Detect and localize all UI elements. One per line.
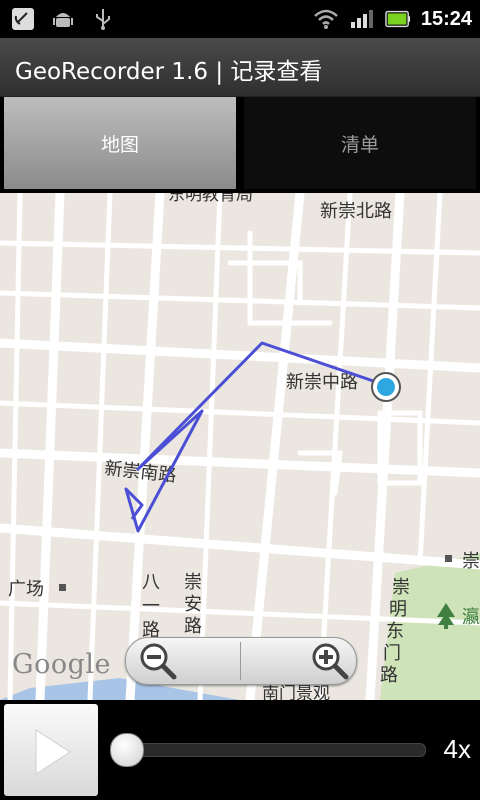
clock: 15:24	[420, 7, 472, 30]
playback-speed[interactable]: 4x	[444, 734, 471, 765]
zoom-out-icon[interactable]	[138, 641, 178, 681]
play-icon	[35, 729, 71, 775]
zoom-controls	[125, 637, 357, 685]
map-canvas: 东明教育局 新崇北路 新崇中路 新崇南路 广场 崇 瀛 南门景观 八一路崇安路崇…	[0, 193, 480, 700]
map-label-top: 东明教育局	[168, 193, 253, 205]
map-label-square: 广场	[8, 579, 44, 600]
phone-alert-icon	[10, 6, 36, 32]
map-label-bottom-cut: 南门景观	[262, 684, 330, 700]
tab-list[interactable]: 清单	[244, 97, 476, 189]
battery-icon	[385, 6, 411, 32]
map-label-right-cut2: 瀛	[462, 606, 480, 628]
tab-bar: 地图 清单	[0, 97, 480, 191]
map-label-bayi-road: 八一路	[142, 572, 160, 641]
usb-icon	[90, 6, 116, 32]
map-label-xinchong-mid: 新崇中路	[286, 372, 358, 393]
play-button[interactable]	[4, 704, 98, 796]
playback-slider[interactable]	[112, 743, 426, 757]
map-view[interactable]: 东明教育局 新崇北路 新崇中路 新崇南路 广场 崇 瀛 南门景观 八一路 崇安路崇…	[0, 193, 480, 700]
android-icon	[50, 6, 76, 32]
tab-map[interactable]: 地图	[4, 97, 236, 189]
wifi-icon	[313, 6, 339, 32]
title-bar: GeoRecorder 1.6 | 记录查看	[0, 38, 480, 97]
status-bar: 15:24	[0, 0, 480, 38]
zoom-in-icon[interactable]	[310, 641, 350, 681]
map-label-right-cut: 崇	[462, 551, 480, 572]
gps-track	[124, 341, 386, 533]
signal-icon	[349, 6, 375, 32]
slider-thumb[interactable]	[110, 733, 144, 767]
app-title: GeoRecorder 1.6 | 记录查看	[15, 59, 323, 85]
google-logo: Google	[12, 649, 111, 680]
map-label-xinchong-north: 新崇北路	[320, 201, 392, 222]
map-label-chongan-road: 崇安路	[184, 572, 202, 637]
